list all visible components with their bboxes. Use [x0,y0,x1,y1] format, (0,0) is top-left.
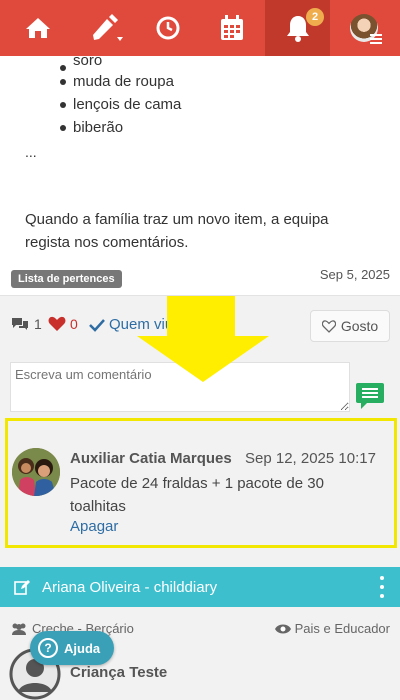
home-button[interactable] [18,0,58,56]
visibility-info: Pais e Educador [274,621,390,636]
visibility-label: Pais e Educador [294,621,390,636]
calendar-button[interactable] [214,0,250,56]
comment-count[interactable]: 1 [10,316,42,332]
like-button-label: Gosto [340,318,379,334]
users-icon [12,623,26,635]
comments-icon [12,318,28,330]
top-navbar: 2 [0,0,400,56]
help-label: Ajuda [64,640,101,656]
comment-date: Sep 12, 2025 10:17 [245,450,376,467]
comment-author: Auxiliar Catia Marques [70,450,232,467]
arrow-down-icon [137,296,269,382]
history-button[interactable] [150,0,186,56]
check-icon [89,318,105,332]
list-item: biberão [59,116,181,139]
user-avatar [350,14,382,44]
like-count-value: 0 [70,316,78,332]
diary-title: Ariana Oliveira - childdiary [42,579,218,596]
comment-count-value: 1 [34,316,42,332]
clock-icon [156,16,180,40]
eye-icon [274,624,291,633]
notification-badge: 2 [306,8,324,26]
menu-icon [370,34,382,44]
diary-header: Ariana Oliveira - childdiary [0,567,400,607]
list-item: lençois de cama [59,93,181,116]
compose-button[interactable] [84,0,128,56]
post-text: Quando a família traz um novo item, a eq… [25,211,329,251]
kebab-menu-icon[interactable] [380,576,384,598]
notifications-button[interactable]: 2 [265,0,330,56]
calendar-icon [221,15,243,40]
list-item: soro [59,53,181,71]
question-icon: ? [38,638,58,658]
pencil-icon [93,14,123,41]
post-list: soro muda de roupa lençois de cama biber… [59,53,181,139]
post-date: Sep 5, 2025 [319,267,390,282]
like-button[interactable]: Gosto [310,310,390,342]
comment-text: Pacote de 24 fraldas + 1 pacote de 30 to… [70,475,324,515]
help-button[interactable]: ? Ajuda [30,631,114,665]
delete-comment-link[interactable]: Apagar [70,518,118,535]
child-name: Criança Teste [70,664,168,681]
heart-outline-icon [321,319,336,333]
comment-item: Auxiliar Catia Marques Sep 12, 2025 10:1… [5,418,397,548]
post-ellipsis: ... [25,144,37,160]
home-icon [26,18,50,38]
post-tag[interactable]: Lista de pertences [11,270,122,288]
user-menu-button[interactable] [346,0,382,56]
send-comment-icon[interactable] [356,383,384,409]
list-item: muda de roupa [59,70,181,93]
post-card: soro muda de roupa lençois de cama biber… [0,53,400,296]
heart-icon [48,316,66,331]
comment-author-avatar [12,448,60,496]
edit-icon [14,580,30,595]
like-count[interactable]: 0 [48,316,78,332]
